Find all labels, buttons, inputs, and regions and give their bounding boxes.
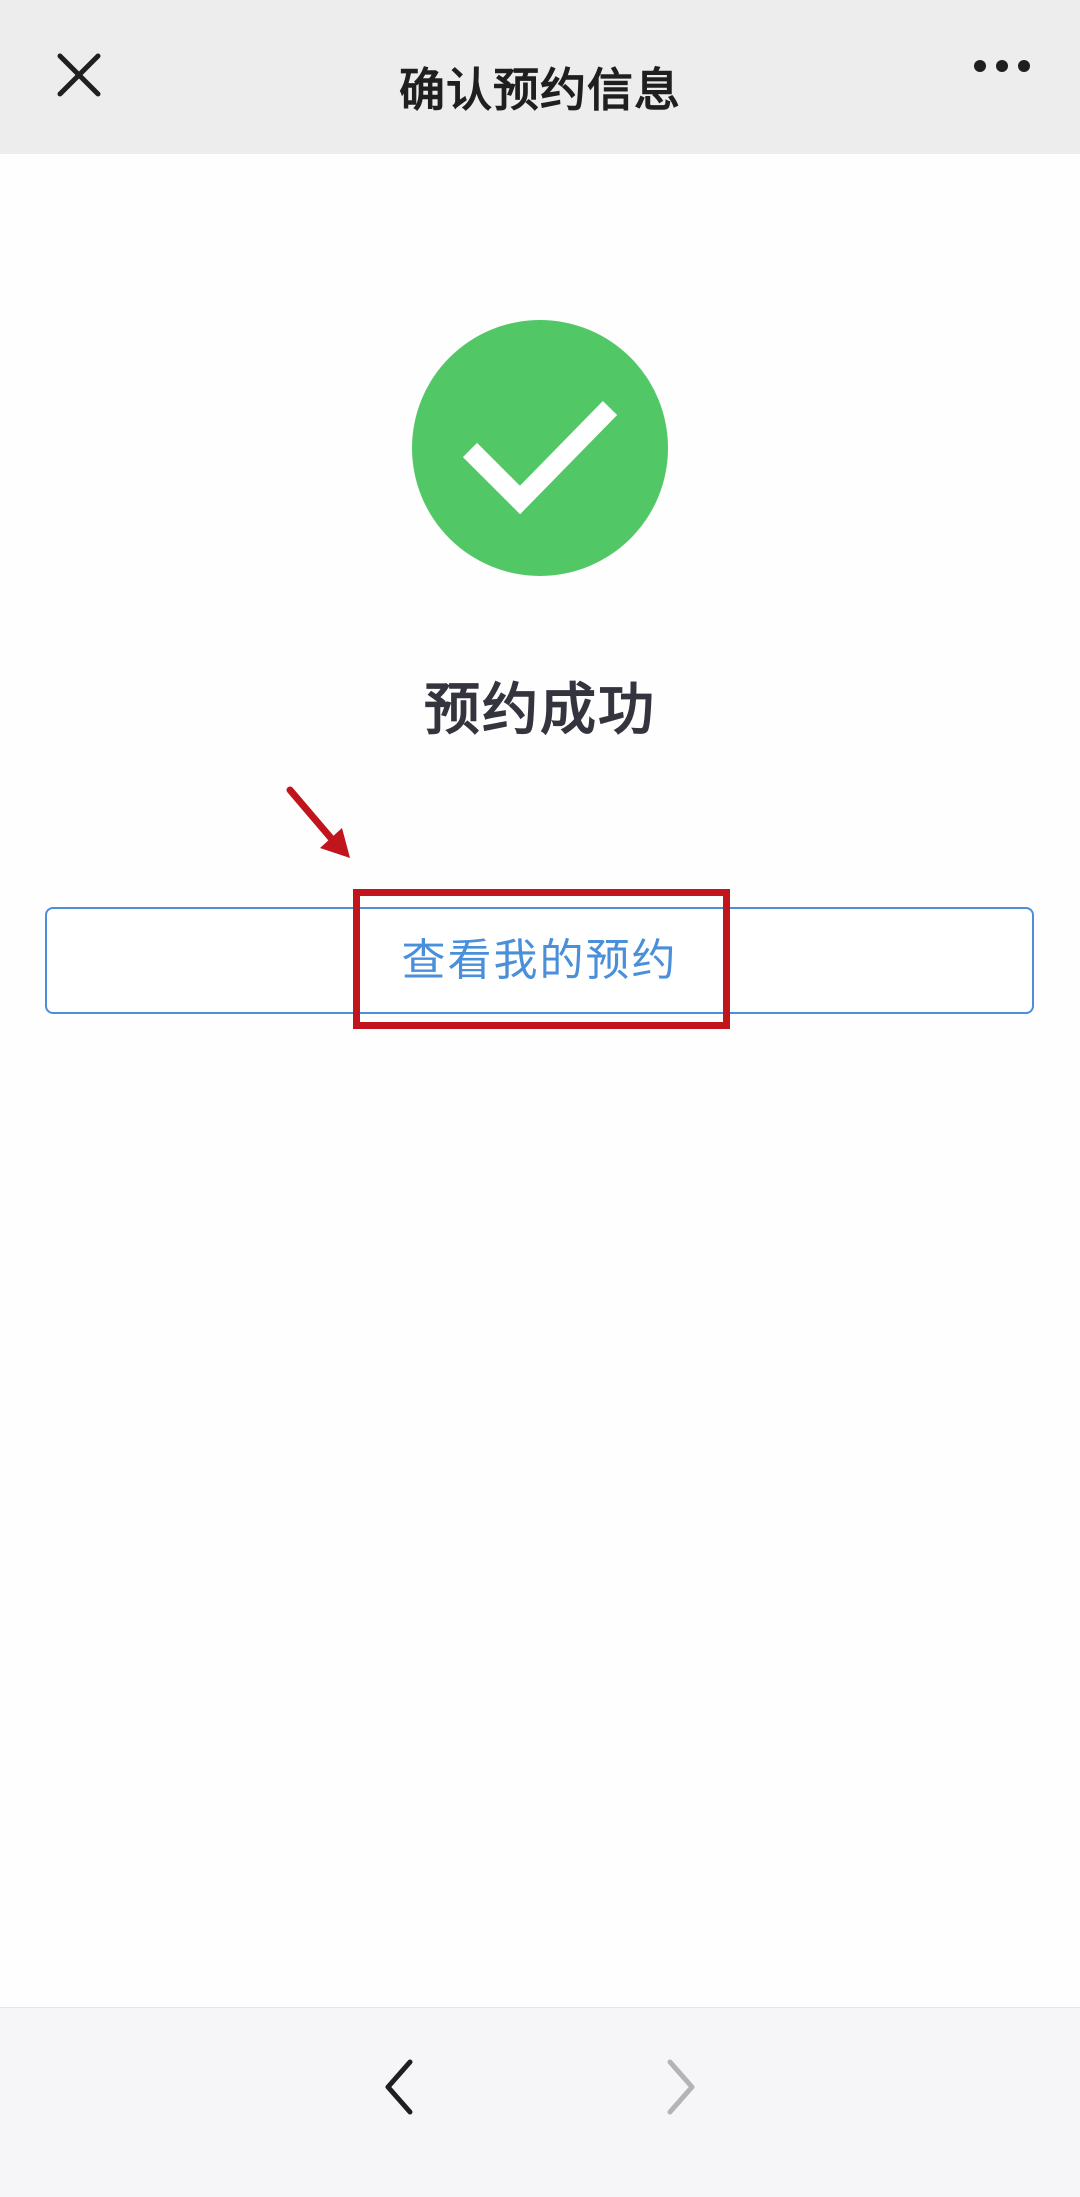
view-my-appointments-button[interactable]: 查看我的预约 (45, 907, 1034, 1014)
more-options-button[interactable] (960, 38, 1040, 94)
arrow-down-right-icon (284, 784, 354, 864)
back-button[interactable] (370, 2052, 430, 2122)
bottom-navigation-bar (0, 2007, 1080, 2197)
top-navigation-bar: 确认预约信息 (0, 0, 1080, 154)
chevron-right-icon (667, 2059, 695, 2115)
view-my-appointments-label: 查看我的预约 (401, 935, 678, 986)
chevron-left-icon (385, 2059, 413, 2115)
forward-button[interactable] (650, 2052, 710, 2122)
success-message: 预约成功 (424, 678, 656, 743)
page: 确认预约信息 预约成功 查看我的预约 (0, 0, 1080, 2197)
checkmark-circle-icon (412, 320, 668, 576)
page-title: 确认预约信息 (399, 63, 681, 117)
more-horizontal-icon (974, 60, 1030, 72)
